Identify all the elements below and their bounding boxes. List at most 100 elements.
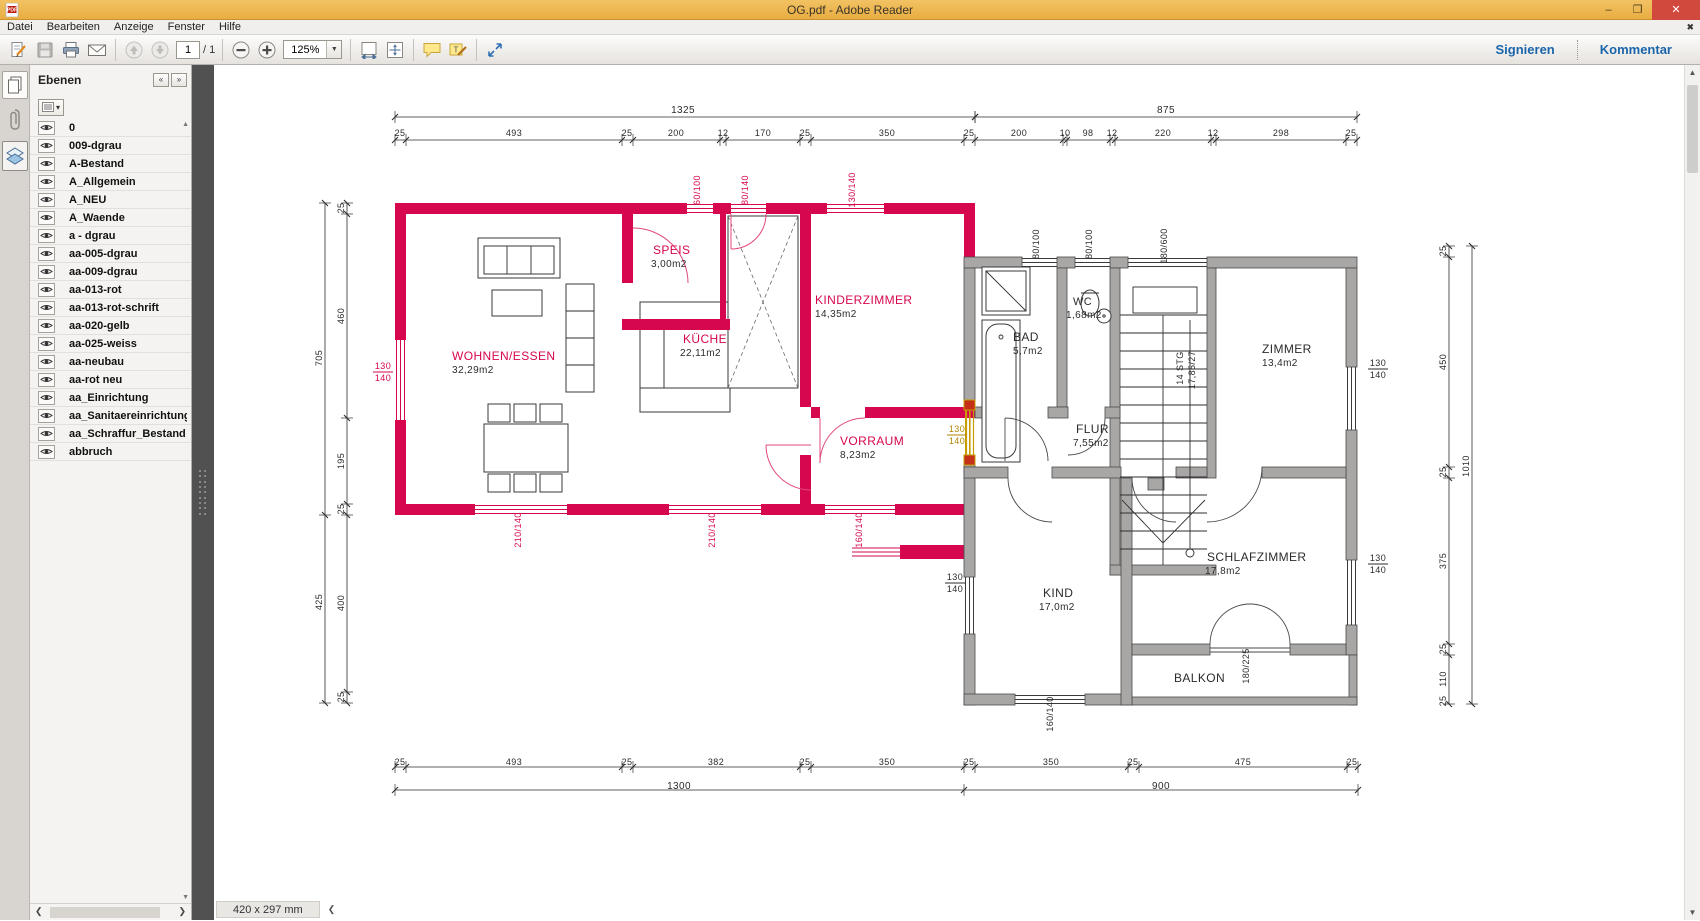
eye-visibility-icon[interactable] bbox=[38, 355, 55, 369]
eye-visibility-icon[interactable] bbox=[38, 409, 55, 423]
splitter-grip[interactable] bbox=[199, 470, 207, 516]
plan-label: 160/140 bbox=[854, 512, 864, 547]
plan-label: 12 bbox=[1107, 128, 1118, 138]
zoom-out-button[interactable] bbox=[228, 38, 254, 62]
menu-hilfe[interactable]: Hilfe bbox=[212, 20, 248, 35]
scroll-down-icon[interactable]: ▼ bbox=[182, 894, 189, 901]
eye-visibility-icon[interactable] bbox=[38, 139, 55, 153]
eye-visibility-icon[interactable] bbox=[38, 193, 55, 207]
plan-label: BALKON bbox=[1174, 671, 1225, 685]
menu-fenster[interactable]: Fenster bbox=[161, 20, 212, 35]
eye-visibility-icon[interactable] bbox=[38, 283, 55, 297]
comment-button[interactable] bbox=[419, 38, 445, 62]
eye-visibility-icon[interactable] bbox=[38, 319, 55, 333]
layer-row[interactable]: aa_Schraffur_Bestand bbox=[30, 425, 191, 443]
panel-options-button[interactable]: ▾ bbox=[38, 99, 64, 116]
eye-visibility-icon[interactable] bbox=[38, 427, 55, 441]
plan-label: 875 bbox=[1157, 105, 1175, 116]
layer-row[interactable]: aa-013-rot bbox=[30, 281, 191, 299]
layer-row[interactable]: aa-009-dgrau bbox=[30, 263, 191, 281]
scroll-up-icon[interactable]: ▲ bbox=[1685, 68, 1700, 77]
chevron-down-icon[interactable]: ▼ bbox=[326, 41, 341, 58]
previous-page-button[interactable] bbox=[121, 38, 147, 62]
layer-row[interactable]: aa-005-dgrau bbox=[30, 245, 191, 263]
vertical-scrollbar[interactable]: ▲ ▼ bbox=[1684, 65, 1700, 920]
layer-row[interactable]: A_Allgemein bbox=[30, 173, 191, 191]
next-page-button[interactable] bbox=[147, 38, 173, 62]
layer-row[interactable]: a - dgrau bbox=[30, 227, 191, 245]
layer-row[interactable]: aa_Sanitaereinrichtung bbox=[30, 407, 191, 425]
close-button[interactable]: ✕ bbox=[1652, 0, 1700, 20]
zoom-level-dropdown[interactable]: 125% ▼ bbox=[283, 40, 342, 59]
layer-row[interactable]: A_NEU bbox=[30, 191, 191, 209]
menu-bearbeiten[interactable]: Bearbeiten bbox=[40, 20, 107, 35]
zoom-in-button[interactable] bbox=[254, 38, 280, 62]
fit-page-icon bbox=[385, 41, 405, 59]
plan-label: 25 bbox=[336, 203, 346, 214]
minimize-button[interactable]: – bbox=[1594, 0, 1623, 20]
plan-label: 25 bbox=[622, 128, 633, 138]
fit-page-button[interactable] bbox=[382, 38, 408, 62]
scroll-left-icon[interactable]: ❮ bbox=[35, 906, 43, 917]
eye-visibility-icon[interactable] bbox=[38, 301, 55, 315]
panel-splitter[interactable] bbox=[192, 65, 214, 920]
close-document-icon[interactable]: ✖ bbox=[1686, 22, 1694, 33]
layer-row[interactable]: A_Waende bbox=[30, 209, 191, 227]
layer-row[interactable]: A-Bestand bbox=[30, 155, 191, 173]
svg-text:T: T bbox=[454, 45, 459, 54]
layer-name: A_NEU bbox=[69, 194, 106, 206]
menu-anzeige[interactable]: Anzeige bbox=[107, 20, 161, 35]
layer-row[interactable]: 0 bbox=[30, 119, 191, 137]
layer-row[interactable]: aa-rot neu bbox=[30, 371, 191, 389]
plan-label: 705 bbox=[314, 350, 324, 366]
document-area[interactable]: WOHNEN/ESSEN32,29m2SPEIS3,00m2KÜCHE22,11… bbox=[214, 65, 1684, 920]
panel-horizontal-scrollbar[interactable]: ❮ ❯ bbox=[30, 903, 191, 920]
kommentar-button[interactable]: Kommentar bbox=[1578, 42, 1694, 57]
eye-visibility-icon[interactable] bbox=[38, 445, 55, 459]
layer-row[interactable]: aa-neubau bbox=[30, 353, 191, 371]
scrollbar-thumb[interactable] bbox=[50, 907, 160, 918]
menu-datei[interactable]: Datei bbox=[0, 20, 40, 35]
eye-visibility-icon[interactable] bbox=[38, 247, 55, 261]
layer-row[interactable]: 009-dgrau bbox=[30, 137, 191, 155]
title-bar[interactable]: PDF OG.pdf - Adobe Reader – ❐ ✕ bbox=[0, 0, 1700, 20]
attachments-panel-button[interactable] bbox=[2, 105, 28, 135]
plan-label: 130 bbox=[1370, 553, 1386, 563]
eye-visibility-icon[interactable] bbox=[38, 121, 55, 135]
scroll-down-icon[interactable]: ▼ bbox=[1685, 908, 1700, 917]
page-number-input[interactable]: 1 bbox=[176, 41, 200, 59]
layer-row[interactable]: aa_Einrichtung bbox=[30, 389, 191, 407]
scrollbar-thumb[interactable] bbox=[1687, 85, 1698, 173]
scroll-right-icon[interactable]: ❯ bbox=[178, 906, 186, 917]
layer-row[interactable]: abbruch bbox=[30, 443, 191, 461]
plan-label: 25 bbox=[1438, 246, 1448, 257]
save-button[interactable] bbox=[32, 38, 58, 62]
restore-button[interactable]: ❐ bbox=[1623, 0, 1652, 20]
signieren-button[interactable]: Signieren bbox=[1474, 42, 1577, 57]
text-highlight-button[interactable]: T bbox=[445, 38, 471, 62]
eye-visibility-icon[interactable] bbox=[38, 373, 55, 387]
layer-name: a - dgrau bbox=[69, 230, 115, 242]
sign-pen-button[interactable] bbox=[6, 38, 32, 62]
chevron-down-icon: ▾ bbox=[56, 103, 60, 112]
eye-visibility-icon[interactable] bbox=[38, 229, 55, 243]
layer-row[interactable]: aa-025-weiss bbox=[30, 335, 191, 353]
layer-row[interactable]: aa-020-gelb bbox=[30, 317, 191, 335]
pages-panel-button[interactable] bbox=[2, 71, 28, 99]
eye-visibility-icon[interactable] bbox=[38, 157, 55, 171]
scroll-up-icon[interactable]: ▲ bbox=[182, 121, 189, 128]
email-button[interactable] bbox=[84, 38, 110, 62]
layer-row[interactable]: aa-013-rot-schrift bbox=[30, 299, 191, 317]
panel-collapse-button[interactable]: « bbox=[153, 73, 169, 87]
panel-expand-button[interactable]: » bbox=[171, 73, 187, 87]
eye-visibility-icon[interactable] bbox=[38, 265, 55, 279]
layers-panel-button[interactable] bbox=[2, 141, 28, 171]
eye-visibility-icon[interactable] bbox=[38, 337, 55, 351]
fit-width-button[interactable] bbox=[356, 38, 382, 62]
eye-visibility-icon[interactable] bbox=[38, 175, 55, 189]
print-button[interactable] bbox=[58, 38, 84, 62]
eye-visibility-icon[interactable] bbox=[38, 391, 55, 405]
scroll-left-icon[interactable]: ❮ bbox=[328, 904, 336, 915]
eye-visibility-icon[interactable] bbox=[38, 211, 55, 225]
fullscreen-button[interactable] bbox=[482, 38, 508, 62]
